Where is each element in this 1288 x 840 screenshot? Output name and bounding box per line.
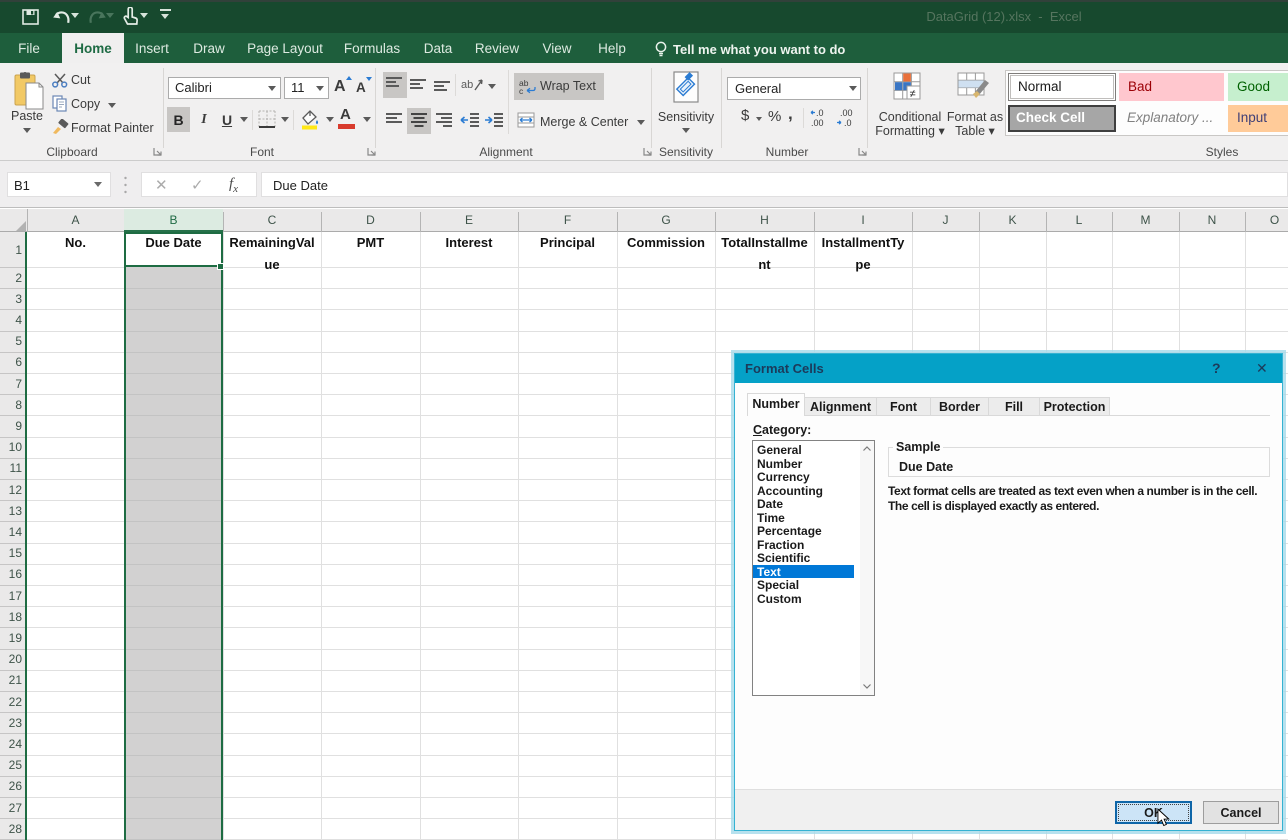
svg-text:.00: .00 (811, 118, 824, 128)
svg-text:.0: .0 (844, 118, 852, 128)
svg-text:.0: .0 (816, 108, 824, 118)
svg-text:≠: ≠ (910, 88, 916, 100)
svg-text:ab: ab (461, 79, 473, 91)
svg-text:.00: .00 (840, 108, 853, 118)
